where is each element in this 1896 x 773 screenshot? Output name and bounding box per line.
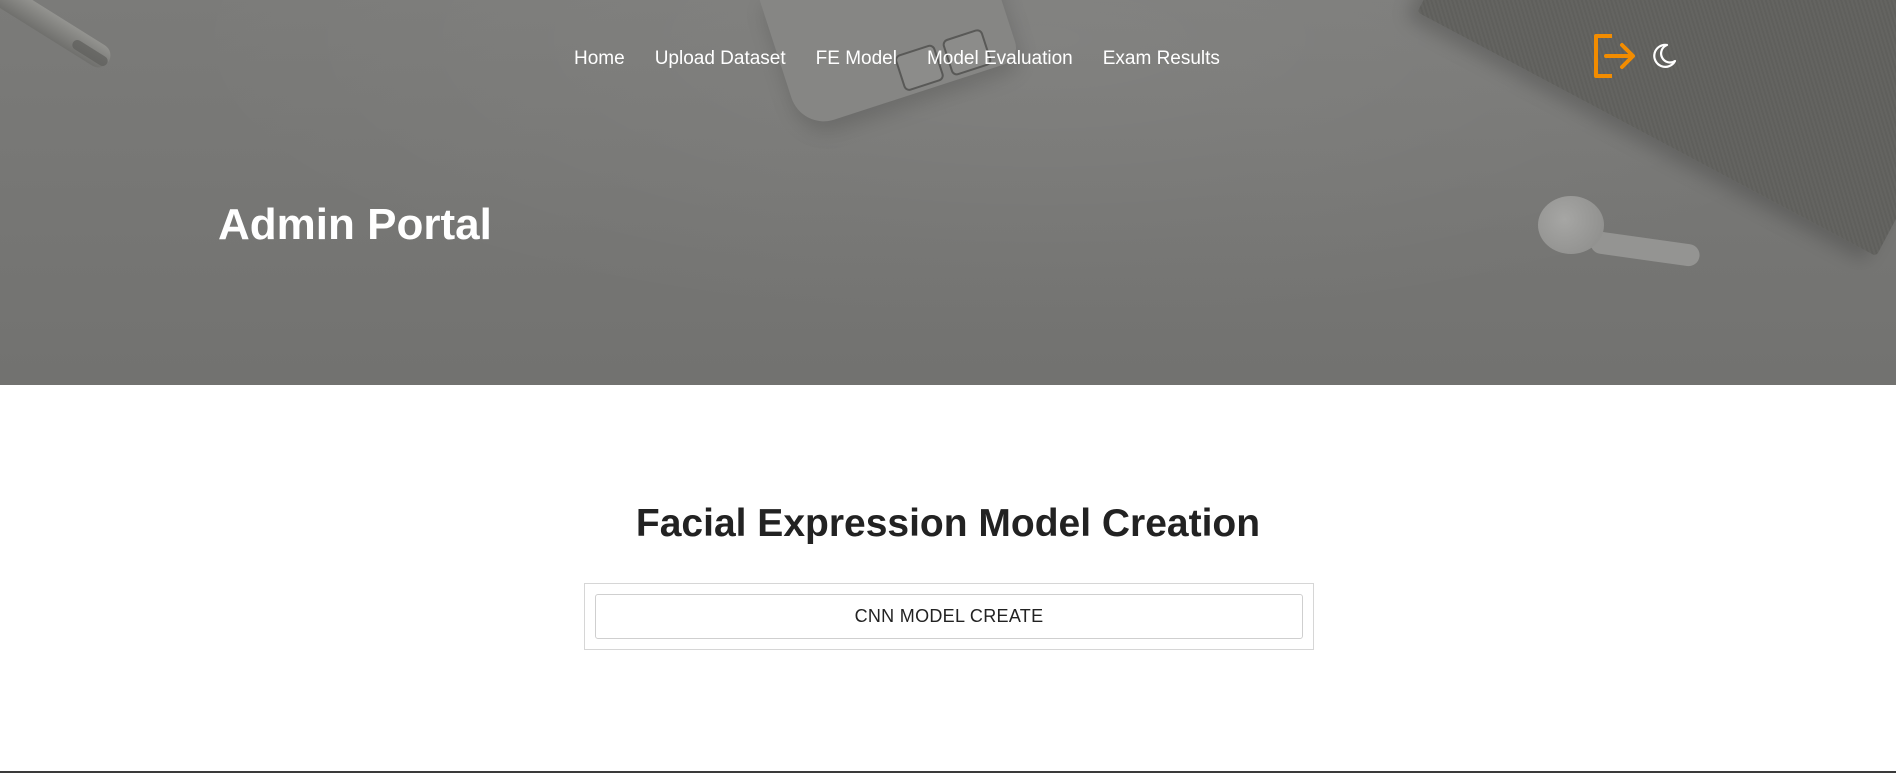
model-create-form: CNN MODEL CREATE [584,583,1314,650]
earbud-decoration [1538,196,1604,254]
main-nav: Home Upload Dataset FE Model Model Evalu… [574,48,1220,70]
nav-fe-model[interactable]: FE Model [816,48,897,70]
page-title: Admin Portal [218,200,492,249]
nav-exam-results[interactable]: Exam Results [1103,48,1220,70]
nav-upload-dataset[interactable]: Upload Dataset [655,48,786,70]
moon-icon[interactable] [1650,42,1678,70]
cnn-model-create-button[interactable]: CNN MODEL CREATE [595,594,1303,639]
page: Home Upload Dataset FE Model Model Evalu… [0,0,1896,773]
logout-icon[interactable] [1590,32,1638,80]
section-heading: Facial Expression Model Creation [635,502,1261,545]
nav-home[interactable]: Home [574,48,625,70]
hero-banner: Home Upload Dataset FE Model Model Evalu… [0,0,1896,385]
nav-model-evaluation[interactable]: Model Evaluation [927,48,1073,70]
